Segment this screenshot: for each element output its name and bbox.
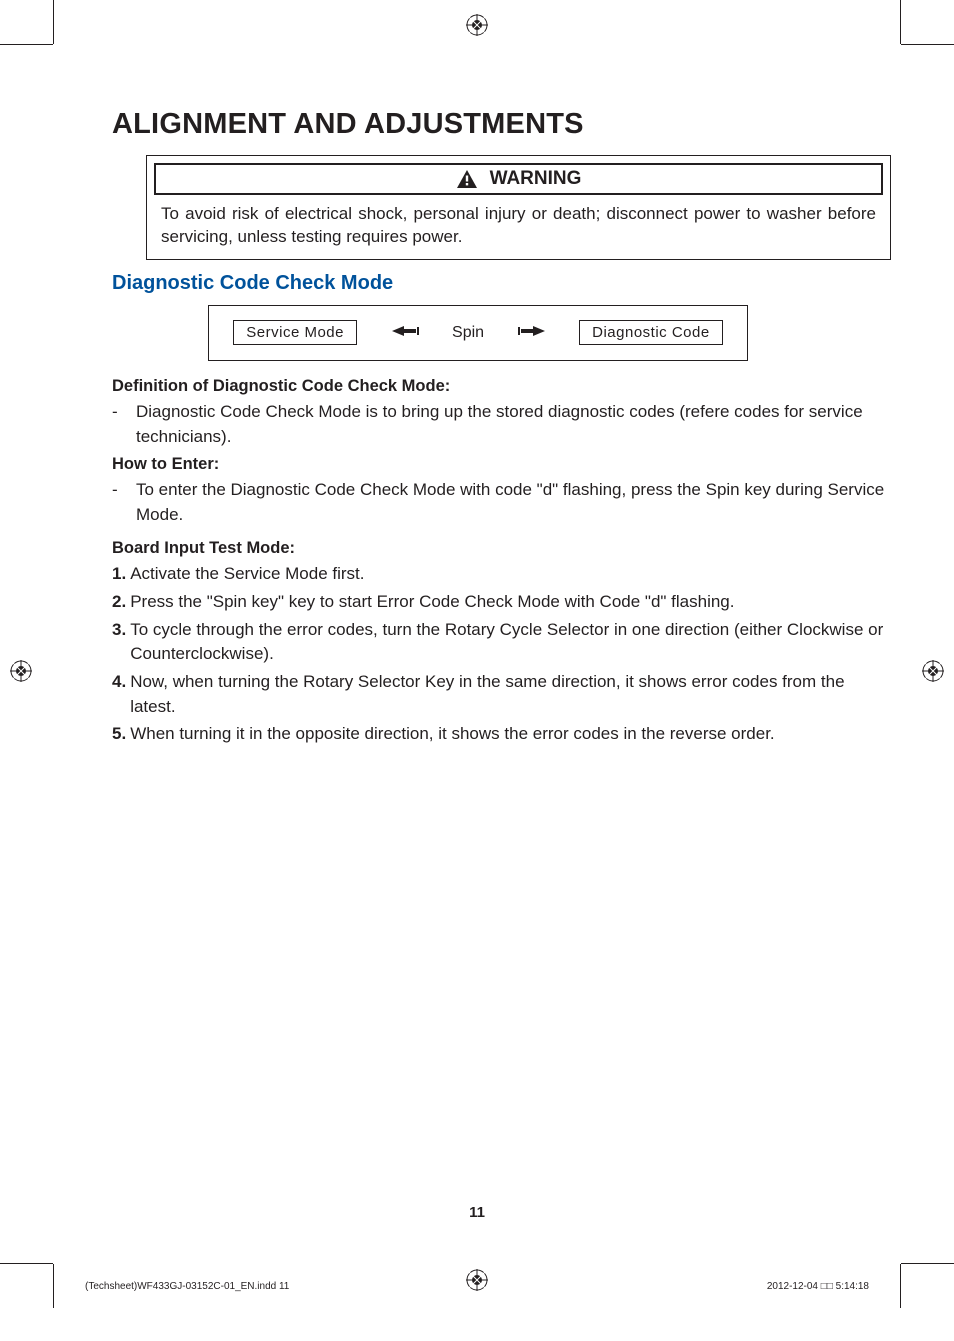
howto-heading: How to Enter: [112, 455, 892, 474]
diagram-center-text: Spin [452, 324, 484, 342]
boardtest-heading: Board Input Test Mode: [112, 539, 892, 558]
howto-item: - To enter the Diagnostic Code Check Mod… [112, 478, 892, 527]
crop-mark [0, 44, 53, 45]
step-item: 1. Activate the Service Mode first. [112, 562, 892, 587]
step-number: 1. [112, 562, 126, 587]
crop-mark [901, 44, 954, 45]
step-text: Activate the Service Mode first. [130, 562, 364, 587]
page-title: ALIGNMENT AND ADJUSTMENTS [112, 108, 892, 141]
step-item: 5. When turning it in the opposite direc… [112, 722, 892, 747]
page-number: 11 [0, 1204, 954, 1221]
diagram-box-left: Service Mode [233, 320, 357, 345]
mode-diagram: Service Mode Spin Diagnostic Code [208, 305, 748, 361]
definition-heading: Definition of Diagnostic Code Check Mode… [112, 377, 892, 396]
step-text: When turning it in the opposite directio… [130, 722, 774, 747]
page-content: ALIGNMENT AND ADJUSTMENTS WARNING To avo… [112, 108, 892, 750]
step-item: 2. Press the "Spin key" key to start Err… [112, 590, 892, 615]
dash-bullet: - [112, 478, 130, 527]
step-number: 4. [112, 670, 126, 719]
crop-mark [0, 1263, 53, 1264]
registration-mark-icon [10, 660, 32, 682]
howto-text: To enter the Diagnostic Code Check Mode … [136, 478, 892, 527]
arrow-right-icon [517, 324, 547, 342]
step-item: 3. To cycle through the error codes, tur… [112, 618, 892, 667]
step-item: 4. Now, when turning the Rotary Selector… [112, 670, 892, 719]
registration-mark-icon [466, 14, 488, 36]
step-text: Press the "Spin key" key to start Error … [130, 590, 734, 615]
step-number: 5. [112, 722, 126, 747]
warning-triangle-icon [456, 169, 478, 189]
crop-mark [900, 0, 901, 44]
registration-mark-icon [922, 660, 944, 682]
crop-mark [901, 1263, 954, 1264]
warning-box: WARNING To avoid risk of electrical shoc… [146, 155, 891, 260]
warning-label: WARNING [490, 168, 582, 190]
definition-text: Diagnostic Code Check Mode is to bring u… [136, 400, 892, 449]
step-number: 2. [112, 590, 126, 615]
warning-header: WARNING [154, 163, 883, 195]
warning-text: To avoid risk of electrical shock, perso… [147, 203, 890, 249]
step-text: Now, when turning the Rotary Selector Ke… [130, 670, 892, 719]
diagram-box-right: Diagnostic Code [579, 320, 723, 345]
footer-file: (Techsheet)WF433GJ-03152C-01_EN.indd 11 [85, 1281, 289, 1292]
crop-mark [53, 0, 54, 44]
crop-mark [900, 1264, 901, 1308]
dash-bullet: - [112, 400, 130, 449]
definition-item: - Diagnostic Code Check Mode is to bring… [112, 400, 892, 449]
step-text: To cycle through the error codes, turn t… [130, 618, 892, 667]
footer: (Techsheet)WF433GJ-03152C-01_EN.indd 11 … [85, 1281, 869, 1292]
footer-timestamp: 2012-12-04 □□ 5:14:18 [767, 1281, 869, 1292]
section-heading: Diagnostic Code Check Mode [112, 272, 892, 295]
arrow-left-icon [390, 324, 420, 342]
crop-mark [53, 1264, 54, 1308]
step-number: 3. [112, 618, 126, 667]
